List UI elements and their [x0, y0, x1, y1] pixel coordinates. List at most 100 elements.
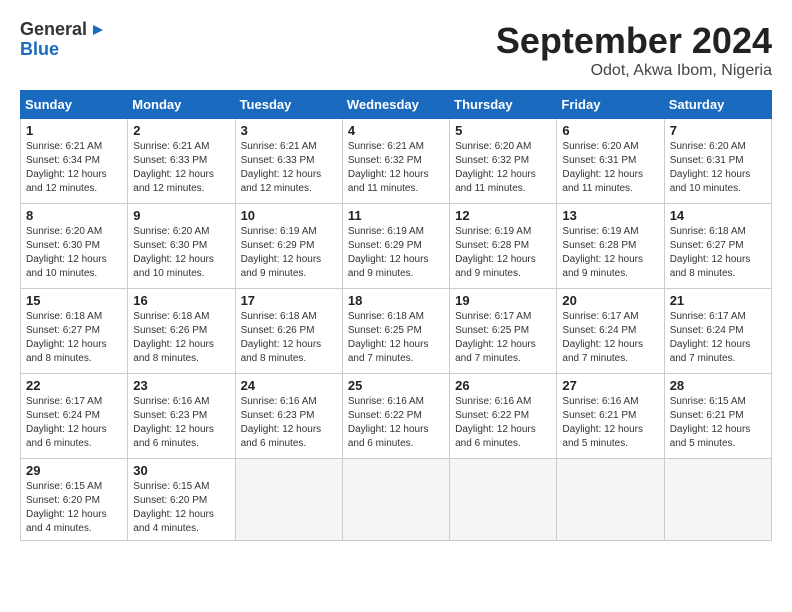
day-cell-19: 19 Sunrise: 6:17 AMSunset: 6:25 PMDayligh…	[450, 289, 557, 374]
calendar-week-2: 8Sunrise: 6:20 AMSunset: 6:30 PMDaylight…	[21, 204, 772, 289]
day-info: Sunrise: 6:15 AMSunset: 6:20 PMDaylight:…	[26, 480, 122, 536]
day-cell-30: 30 Sunrise: 6:15 AMSunset: 6:20 PMDayligh…	[128, 459, 235, 541]
empty-cell	[450, 459, 557, 541]
logo-general-text: General	[20, 20, 87, 40]
day-info: Sunrise: 6:16 AMSunset: 6:22 PMDaylight:…	[455, 395, 551, 451]
month-title: September 2024	[496, 20, 772, 62]
day-number: 12	[455, 208, 551, 223]
location-title: Odot, Akwa Ibom, Nigeria	[496, 62, 772, 80]
day-number: 7	[670, 123, 766, 138]
day-number: 1	[26, 123, 122, 138]
day-number: 15	[26, 293, 122, 308]
day-info: Sunrise: 6:16 AMSunset: 6:21 PMDaylight:…	[562, 395, 658, 451]
day-number: 27	[562, 378, 658, 393]
day-cell-9: 9Sunrise: 6:20 AMSunset: 6:30 PMDaylight…	[128, 204, 235, 289]
day-cell-23: 23 Sunrise: 6:16 AMSunset: 6:23 PMDayligh…	[128, 374, 235, 459]
day-number: 21	[670, 293, 766, 308]
day-cell-3: 3Sunrise: 6:21 AMSunset: 6:33 PMDaylight…	[235, 119, 342, 204]
day-number: 24	[241, 378, 337, 393]
calendar-week-3: 15 Sunrise: 6:18 AMSunset: 6:27 PMDayligh…	[21, 289, 772, 374]
day-number: 18	[348, 293, 444, 308]
day-number: 23	[133, 378, 229, 393]
day-cell-20: 20Sunrise: 6:17 AMSunset: 6:24 PMDayligh…	[557, 289, 664, 374]
title-area: September 2024 Odot, Akwa Ibom, Nigeria	[496, 20, 772, 80]
day-cell-29: 29 Sunrise: 6:15 AMSunset: 6:20 PMDayligh…	[21, 459, 128, 541]
day-info: Sunrise: 6:19 AMSunset: 6:29 PMDaylight:…	[348, 225, 444, 281]
logo-blue-text: Blue	[20, 40, 107, 60]
weekday-header-sunday: Sunday	[21, 91, 128, 119]
day-info: Sunrise: 6:15 AMSunset: 6:20 PMDaylight:…	[133, 480, 229, 536]
day-number: 25	[348, 378, 444, 393]
day-info: Sunrise: 6:19 AMSunset: 6:28 PMDaylight:…	[562, 225, 658, 281]
day-cell-15: 15 Sunrise: 6:18 AMSunset: 6:27 PMDayligh…	[21, 289, 128, 374]
day-number: 17	[241, 293, 337, 308]
day-cell-21: 21 Sunrise: 6:17 AMSunset: 6:24 PMDayligh…	[664, 289, 771, 374]
day-info: Sunrise: 6:16 AMSunset: 6:23 PMDaylight:…	[241, 395, 337, 451]
day-cell-8: 8Sunrise: 6:20 AMSunset: 6:30 PMDaylight…	[21, 204, 128, 289]
weekday-header-saturday: Saturday	[664, 91, 771, 119]
day-cell-2: 2 Sunrise: 6:21 AMSunset: 6:33 PMDaylight…	[128, 119, 235, 204]
day-number: 19	[455, 293, 551, 308]
day-number: 5	[455, 123, 551, 138]
day-info: Sunrise: 6:21 AMSunset: 6:33 PMDaylight:…	[133, 140, 229, 196]
day-cell-14: 14Sunrise: 6:18 AMSunset: 6:27 PMDayligh…	[664, 204, 771, 289]
day-number: 30	[133, 463, 229, 478]
day-info: Sunrise: 6:18 AMSunset: 6:25 PMDaylight:…	[348, 310, 444, 366]
day-info: Sunrise: 6:21 AMSunset: 6:32 PMDaylight:…	[348, 140, 444, 196]
day-number: 29	[26, 463, 122, 478]
day-cell-5: 5 Sunrise: 6:20 AMSunset: 6:32 PMDaylight…	[450, 119, 557, 204]
day-cell-27: 27 Sunrise: 6:16 AMSunset: 6:21 PMDayligh…	[557, 374, 664, 459]
day-info: Sunrise: 6:20 AMSunset: 6:31 PMDaylight:…	[670, 140, 766, 196]
weekday-header-monday: Monday	[128, 91, 235, 119]
day-info: Sunrise: 6:16 AMSunset: 6:22 PMDaylight:…	[348, 395, 444, 451]
day-info: Sunrise: 6:19 AMSunset: 6:29 PMDaylight:…	[241, 225, 337, 281]
day-cell-6: 6 Sunrise: 6:20 AMSunset: 6:31 PMDaylight…	[557, 119, 664, 204]
day-info: Sunrise: 6:17 AMSunset: 6:25 PMDaylight:…	[455, 310, 551, 366]
day-cell-11: 11 Sunrise: 6:19 AMSunset: 6:29 PMDayligh…	[342, 204, 449, 289]
day-number: 16	[133, 293, 229, 308]
day-info: Sunrise: 6:17 AMSunset: 6:24 PMDaylight:…	[670, 310, 766, 366]
empty-cell	[664, 459, 771, 541]
day-cell-18: 18 Sunrise: 6:18 AMSunset: 6:25 PMDayligh…	[342, 289, 449, 374]
day-cell-28: 28Sunrise: 6:15 AMSunset: 6:21 PMDayligh…	[664, 374, 771, 459]
day-number: 6	[562, 123, 658, 138]
day-info: Sunrise: 6:17 AMSunset: 6:24 PMDaylight:…	[562, 310, 658, 366]
logo-arrow-icon	[89, 21, 107, 39]
calendar-table: SundayMondayTuesdayWednesdayThursdayFrid…	[20, 90, 772, 541]
logo-graphic: General Blue	[20, 20, 107, 60]
day-number: 14	[670, 208, 766, 223]
day-cell-24: 24 Sunrise: 6:16 AMSunset: 6:23 PMDayligh…	[235, 374, 342, 459]
calendar-header-row: SundayMondayTuesdayWednesdayThursdayFrid…	[21, 91, 772, 119]
day-cell-17: 17 Sunrise: 6:18 AMSunset: 6:26 PMDayligh…	[235, 289, 342, 374]
day-cell-16: 16 Sunrise: 6:18 AMSunset: 6:26 PMDayligh…	[128, 289, 235, 374]
day-info: Sunrise: 6:20 AMSunset: 6:30 PMDaylight:…	[26, 225, 122, 281]
day-number: 26	[455, 378, 551, 393]
day-info: Sunrise: 6:18 AMSunset: 6:26 PMDaylight:…	[133, 310, 229, 366]
day-number: 10	[241, 208, 337, 223]
day-cell-25: 25 Sunrise: 6:16 AMSunset: 6:22 PMDayligh…	[342, 374, 449, 459]
day-cell-12: 12Sunrise: 6:19 AMSunset: 6:28 PMDayligh…	[450, 204, 557, 289]
day-number: 13	[562, 208, 658, 223]
calendar-week-1: 1 Sunrise: 6:21 AMSunset: 6:34 PMDaylight…	[21, 119, 772, 204]
day-info: Sunrise: 6:20 AMSunset: 6:31 PMDaylight:…	[562, 140, 658, 196]
day-info: Sunrise: 6:18 AMSunset: 6:26 PMDaylight:…	[241, 310, 337, 366]
day-number: 22	[26, 378, 122, 393]
day-number: 11	[348, 208, 444, 223]
day-cell-7: 7 Sunrise: 6:20 AMSunset: 6:31 PMDaylight…	[664, 119, 771, 204]
day-info: Sunrise: 6:20 AMSunset: 6:32 PMDaylight:…	[455, 140, 551, 196]
day-info: Sunrise: 6:16 AMSunset: 6:23 PMDaylight:…	[133, 395, 229, 451]
calendar-week-4: 22Sunrise: 6:17 AMSunset: 6:24 PMDayligh…	[21, 374, 772, 459]
day-number: 2	[133, 123, 229, 138]
day-cell-26: 26 Sunrise: 6:16 AMSunset: 6:22 PMDayligh…	[450, 374, 557, 459]
logo: General Blue	[20, 20, 107, 60]
day-number: 4	[348, 123, 444, 138]
day-info: Sunrise: 6:21 AMSunset: 6:33 PMDaylight:…	[241, 140, 337, 196]
day-cell-4: 4 Sunrise: 6:21 AMSunset: 6:32 PMDaylight…	[342, 119, 449, 204]
day-info: Sunrise: 6:21 AMSunset: 6:34 PMDaylight:…	[26, 140, 122, 196]
empty-cell	[235, 459, 342, 541]
weekday-header-wednesday: Wednesday	[342, 91, 449, 119]
day-info: Sunrise: 6:18 AMSunset: 6:27 PMDaylight:…	[26, 310, 122, 366]
day-cell-13: 13 Sunrise: 6:19 AMSunset: 6:28 PMDayligh…	[557, 204, 664, 289]
weekday-header-thursday: Thursday	[450, 91, 557, 119]
day-number: 28	[670, 378, 766, 393]
